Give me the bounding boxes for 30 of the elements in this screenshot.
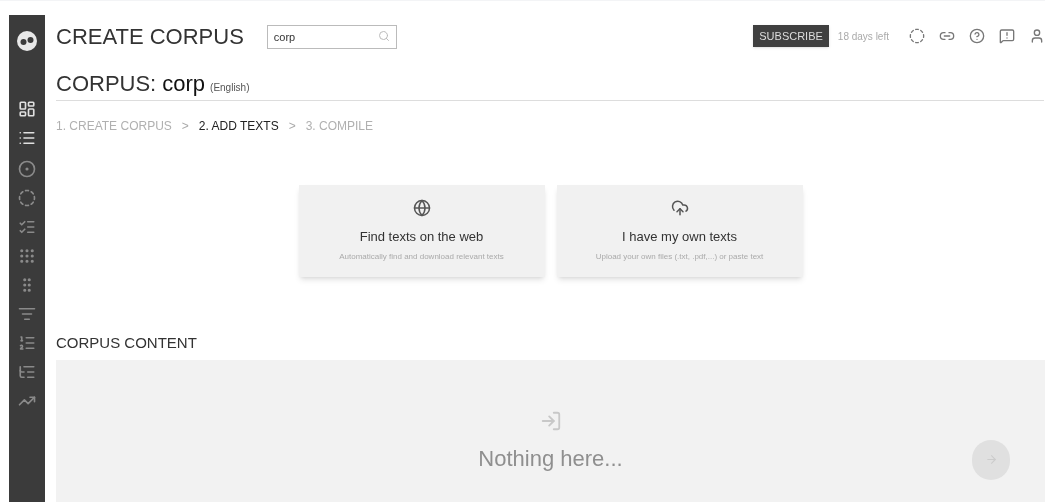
corpus-label: CORPUS: (56, 70, 157, 98)
option-title: I have my own texts (622, 228, 737, 247)
trial-status: 18 days left (837, 29, 889, 44)
dashboard-icon[interactable] (18, 100, 36, 118)
step-link[interactable]: 2. ADD TEXTS (198, 117, 279, 135)
tree-list-icon[interactable] (18, 363, 36, 381)
page-title: CREATE CORPUS (56, 22, 244, 51)
numbered-list-icon[interactable] (18, 334, 36, 352)
sort-list-icon[interactable] (18, 305, 36, 323)
corpus-name: corp (162, 70, 206, 98)
import-icon (539, 409, 562, 432)
user-icon[interactable] (1029, 28, 1045, 44)
logo-icon[interactable] (16, 31, 38, 51)
step-separator: > (288, 118, 296, 135)
target-icon[interactable] (18, 160, 36, 178)
cloud-upload-icon (670, 199, 689, 218)
circles-icon[interactable] (18, 189, 36, 207)
dots-grid-icon[interactable] (18, 247, 36, 265)
search-icon (377, 30, 390, 42)
section-heading: CORPUS CONTENT (56, 333, 198, 353)
list-icon[interactable] (18, 129, 36, 147)
search-field[interactable]: corp (266, 25, 397, 49)
step-separator: > (181, 118, 189, 135)
help-icon[interactable] (969, 28, 985, 44)
feedback-icon[interactable] (999, 28, 1015, 44)
corpus-language: (English) (210, 81, 250, 95)
subscribe-button[interactable]: SUBSCRIBE (753, 25, 829, 47)
globe-icon (412, 199, 431, 218)
empty-message: Nothing here... (478, 444, 623, 473)
option-title: Find texts on the web (359, 228, 484, 247)
